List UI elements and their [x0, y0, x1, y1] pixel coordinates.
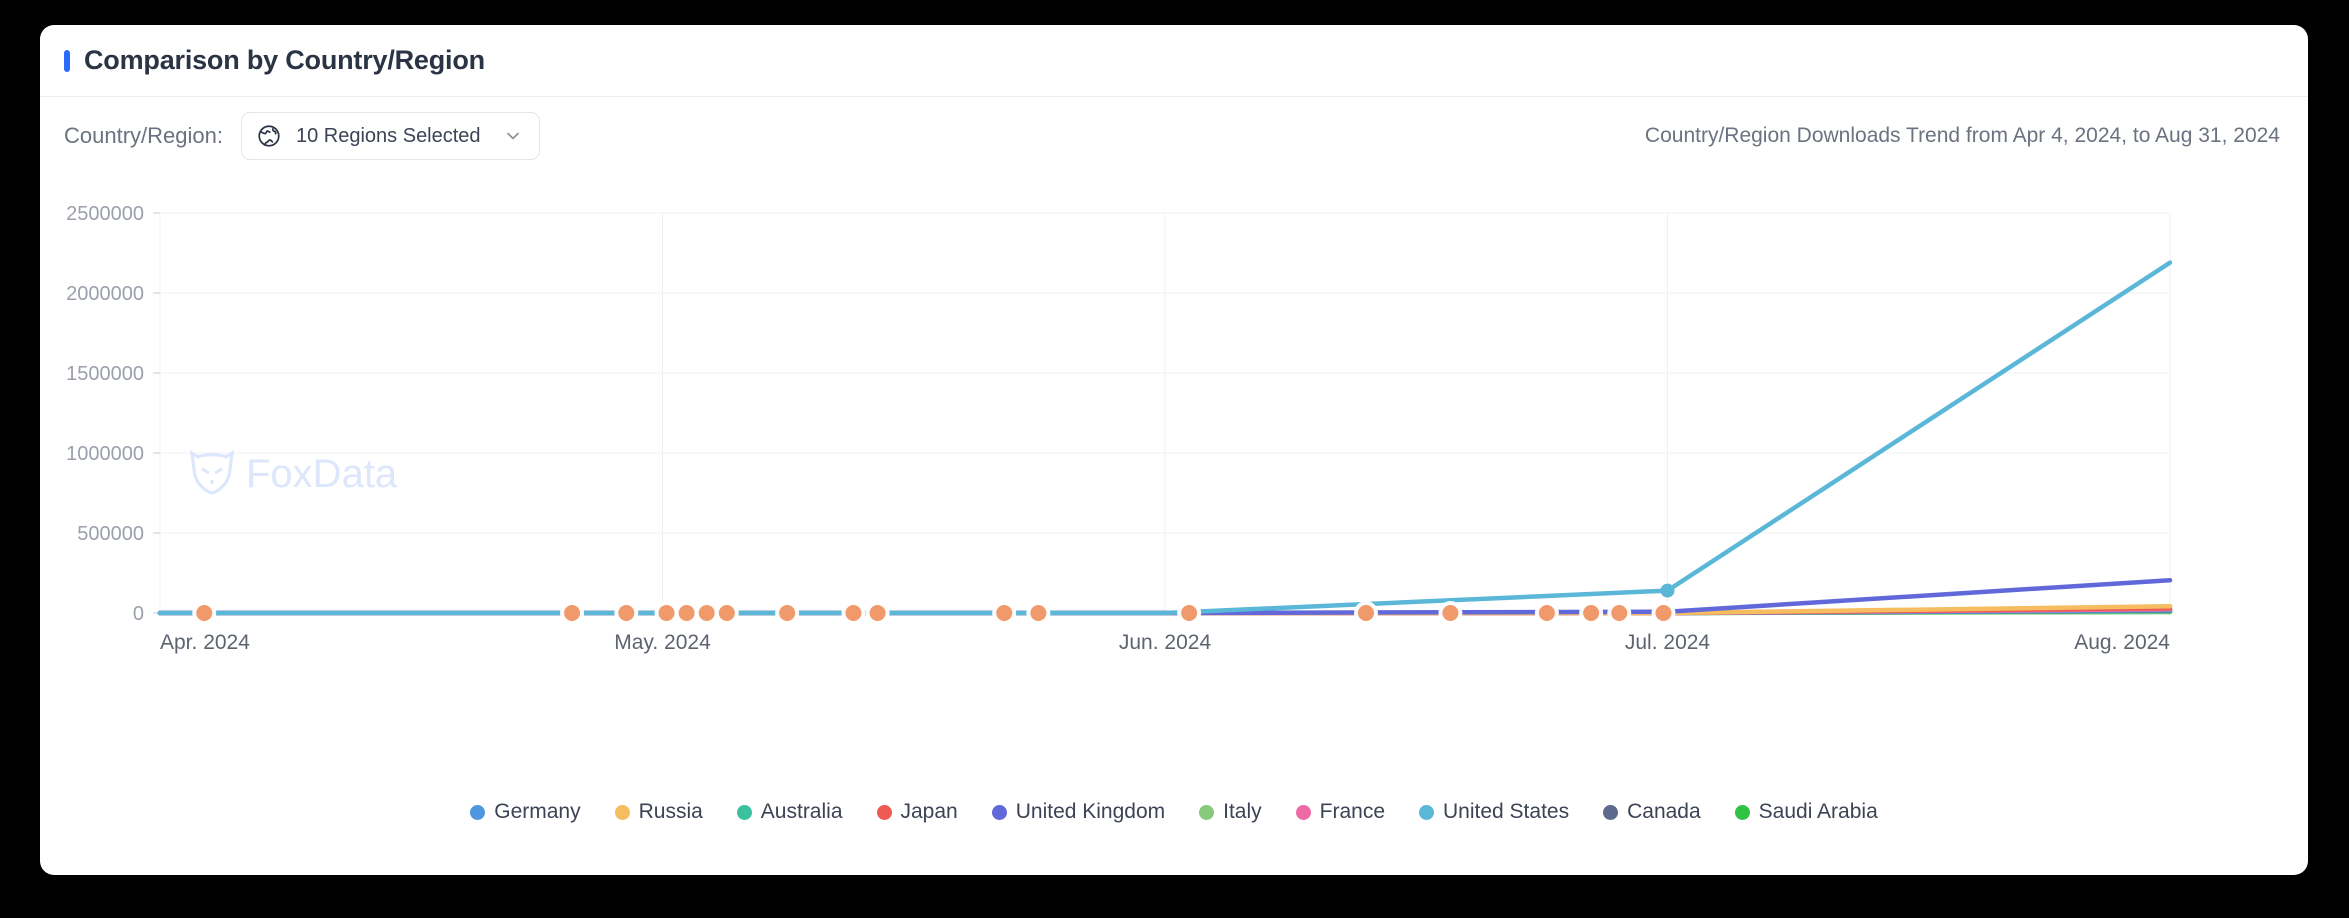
legend-item[interactable]: Germany: [470, 800, 581, 824]
x-axis-label: Aug. 2024: [2074, 631, 2170, 654]
page-title: Comparison by Country/Region: [84, 45, 485, 75]
legend-item[interactable]: Australia: [736, 800, 843, 824]
chart-watermark: FoxData: [189, 449, 398, 496]
series-point[interactable]: [1660, 583, 1675, 598]
region-select-dropdown[interactable]: 10 Regions Selected: [240, 112, 540, 160]
x-axis-label: Jun. 2024: [1119, 631, 1212, 654]
y-axis-label: 1000000: [66, 443, 144, 465]
data-point-marker[interactable]: [678, 605, 695, 621]
country-region-label: Country/Region:: [64, 123, 223, 148]
data-point-marker[interactable]: [1538, 605, 1555, 621]
chart-gridlines: [153, 212, 2171, 614]
legend-label: Italy: [1223, 800, 1262, 823]
legend-item[interactable]: France: [1295, 800, 1386, 824]
chart-legend: Germany Russia Australia Japan United Kingdo…: [40, 800, 2308, 824]
legend-label: France: [1319, 800, 1386, 823]
card-header: Comparison by Country/Region: [40, 25, 2308, 97]
legend-item[interactable]: Canada: [1603, 800, 1701, 824]
legend-color-dot: [876, 804, 892, 820]
legend-color-dot: [1419, 804, 1435, 820]
legend-color-dot: [1734, 804, 1750, 820]
x-axis-label: Jul. 2024: [1625, 631, 1711, 654]
chart-y-axis-labels: 0 500000 1000000 1500000 2000000 2500000: [66, 203, 144, 625]
data-point-marker[interactable]: [1442, 605, 1459, 621]
legend-label: Canada: [1627, 800, 1701, 823]
legend-color-dot: [991, 804, 1007, 820]
data-point-marker[interactable]: [869, 605, 886, 621]
downloads-trend-chart[interactable]: 0 500000 1000000 1500000 2000000 2500000 FoxD…: [40, 175, 2308, 815]
legend-label: Saudi Arabia: [1758, 800, 1878, 823]
comparison-card: Comparison by Country/Region Country/Reg…: [40, 25, 2308, 875]
legend-color-dot: [736, 804, 752, 820]
legend-label: Australia: [760, 800, 843, 823]
legend-item[interactable]: United States: [1419, 800, 1569, 824]
fox-face-detail: [201, 467, 223, 484]
legend-color-dot: [1603, 804, 1619, 820]
legend-color-dot: [1295, 804, 1311, 820]
x-axis-label: Apr. 2024: [160, 631, 250, 654]
data-point-marker[interactable]: [1655, 605, 1672, 621]
foxdata-watermark: FoxData: [189, 449, 398, 496]
legend-label: Germany: [494, 800, 581, 823]
data-point-marker[interactable]: [1611, 605, 1628, 621]
y-axis-label: 2000000: [66, 283, 144, 305]
data-point-marker[interactable]: [1030, 605, 1047, 621]
legend-item[interactable]: United Kingdom: [991, 800, 1166, 824]
title-accent-bar: [64, 49, 70, 72]
y-axis-label: 2500000: [66, 203, 144, 225]
data-point-marker[interactable]: [845, 605, 862, 621]
legend-label: United States: [1443, 800, 1570, 823]
region-select-value: 10 Regions Selected: [295, 124, 481, 147]
chart-area: 0 500000 1000000 1500000 2000000 2500000 FoxD…: [40, 175, 2308, 815]
globe-icon: [256, 123, 282, 149]
y-axis-label: 500000: [77, 523, 144, 545]
data-point-marker[interactable]: [698, 605, 715, 621]
legend-label: Russia: [638, 800, 703, 823]
trend-caption: Country/Region Downloads Trend from Apr …: [1644, 124, 2280, 147]
chevron-down-icon: [503, 126, 523, 146]
data-point-marker[interactable]: [658, 605, 675, 621]
fox-head-icon: [189, 449, 235, 495]
y-axis-label: 0: [133, 603, 144, 625]
legend-item[interactable]: Japan: [876, 800, 958, 824]
legend-label: Japan: [900, 800, 958, 823]
watermark-text: FoxData: [246, 452, 398, 496]
x-axis-label: May. 2024: [614, 631, 711, 654]
data-point-marker[interactable]: [618, 605, 635, 621]
legend-item[interactable]: Italy: [1199, 800, 1262, 824]
legend-color-dot: [1199, 804, 1215, 820]
y-axis-label: 1500000: [66, 363, 144, 385]
data-point-marker[interactable]: [718, 605, 735, 621]
legend-color-dot: [614, 804, 630, 820]
legend-item[interactable]: Saudi Arabia: [1734, 800, 1878, 824]
legend-label: United Kingdom: [1015, 800, 1166, 823]
legend-item[interactable]: Russia: [614, 800, 703, 824]
data-point-marker[interactable]: [1583, 605, 1600, 621]
chart-x-axis-labels: Apr. 2024 May. 2024 Jun. 2024 Jul. 2024 Aug.…: [160, 631, 2170, 654]
data-point-marker[interactable]: [1358, 605, 1374, 621]
data-point-marker[interactable]: [196, 605, 213, 621]
data-point-marker[interactable]: [1181, 605, 1198, 621]
data-point-marker[interactable]: [564, 605, 581, 621]
data-point-marker[interactable]: [779, 605, 796, 621]
legend-color-dot: [470, 804, 486, 820]
filter-row: Country/Region: 10 Regions Selected Coun…: [40, 97, 2308, 175]
data-point-marker[interactable]: [996, 605, 1013, 621]
